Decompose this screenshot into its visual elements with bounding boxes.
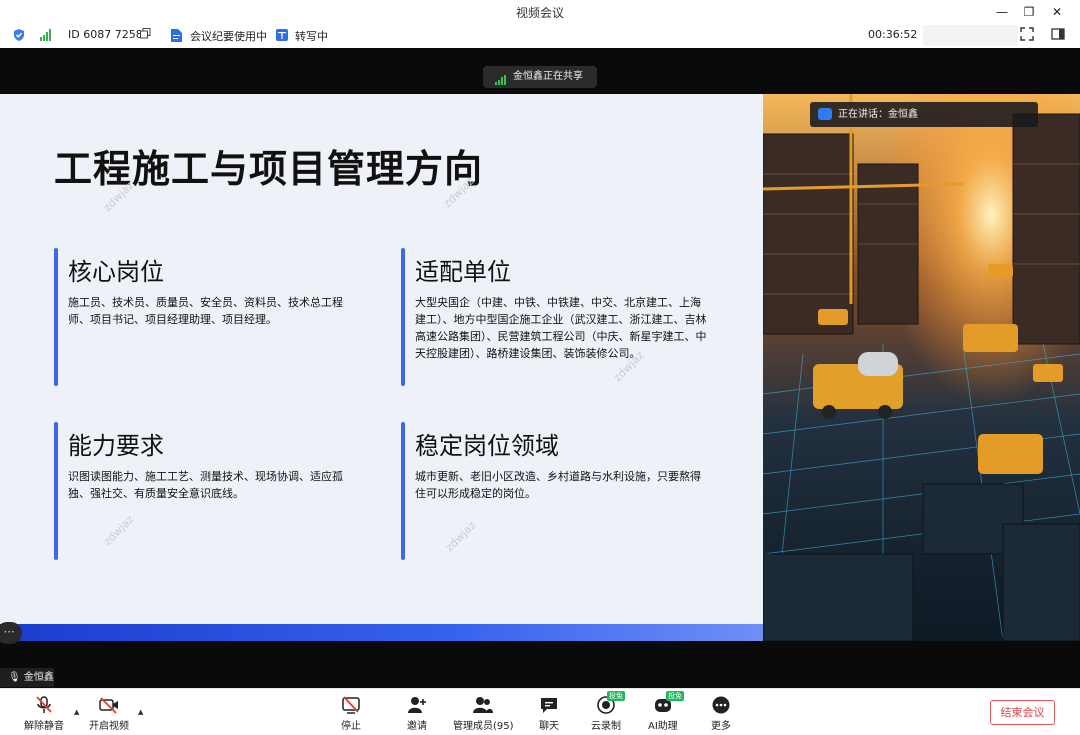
- end-meeting-button[interactable]: 结束会议: [990, 700, 1055, 725]
- accent-bar: [54, 248, 58, 386]
- stop-label: 停止: [341, 721, 361, 732]
- add-user-icon: [408, 697, 426, 713]
- chat-bubble-icon[interactable]: ⋯: [0, 622, 22, 644]
- info-block: 核心岗位 施工员、技术员、质量员、安全员、资料员、技术总工程师、项目书记、项目经…: [54, 248, 364, 386]
- block-body: 城市更新、老旧小区改造、乡村道路与水利设施，只要熬得住可以形成稳定的岗位。: [415, 470, 701, 500]
- layout-icon[interactable]: [1051, 27, 1065, 44]
- speaking-indicator: 正在讲话：金恒鑫: [810, 102, 1038, 127]
- cloud-record-label: 云录制: [591, 721, 621, 732]
- info-block: 适配单位 大型央国企（中建、中铁、中铁建、中交、北京建工、上海建工）、地方中型国…: [401, 248, 711, 386]
- caret-up-icon[interactable]: ▲: [138, 708, 143, 716]
- unmute-label: 解除静音: [24, 721, 64, 732]
- chat-button[interactable]: 聊天: [538, 695, 560, 732]
- info-block: 能力要求 识图读图能力、施工工艺、测量技术、现场协调、适应孤独、强社交、有质量安…: [54, 422, 364, 560]
- window-title: 视频会议: [515, 6, 564, 20]
- meeting-toolbar: 解除静音 ▲ 开启视频 ▲ 停止 邀请 管理成员(95) 聊天 云录制 投免 A…: [0, 688, 1080, 735]
- stop-share-button[interactable]: 停止: [340, 695, 362, 732]
- meeting-id: ID 6087 7258: [68, 28, 143, 41]
- free-badge: 投免: [666, 691, 684, 701]
- mic-muted-icon: [36, 696, 52, 713]
- block-heading: 能力要求: [68, 432, 164, 460]
- block-heading: 核心岗位: [68, 258, 164, 286]
- chat-icon: [541, 698, 557, 713]
- accent-bar: [401, 248, 405, 386]
- minutes-status[interactable]: 会议纪要使用中: [190, 28, 267, 44]
- signal-icon: [495, 72, 507, 94]
- stop-share-icon: [342, 696, 360, 714]
- members-icon: [473, 697, 494, 713]
- unmute-button[interactable]: 解除静音: [24, 695, 64, 732]
- camera-off-icon: [99, 697, 118, 714]
- manage-members-button[interactable]: 管理成员(95): [453, 695, 514, 732]
- camera-icon: [818, 108, 832, 120]
- sharing-banner[interactable]: 金恒鑫正在共享: [483, 66, 597, 88]
- block-body: 施工员、技术员、质量员、安全员、资料员、技术总工程师、项目书记、项目经理助理、项…: [68, 296, 343, 326]
- transcribe-status[interactable]: 转写中: [295, 28, 328, 44]
- accent-bar: [401, 422, 405, 560]
- info-block: 稳定岗位领域 城市更新、老旧小区改造、乡村道路与水利设施，只要熬得住可以形成稳定…: [401, 422, 711, 560]
- ai-assistant-label: AI助理: [648, 721, 678, 732]
- invite-label: 邀请: [407, 721, 427, 732]
- blurred-indicator: [923, 25, 1018, 46]
- sharing-label: 金恒鑫正在共享: [513, 71, 583, 82]
- minimize-icon[interactable]: —: [993, 3, 1011, 21]
- invite-button[interactable]: 邀请: [406, 695, 428, 732]
- signal-icon[interactable]: [40, 29, 52, 44]
- more-icon: [712, 696, 730, 714]
- chat-label: 聊天: [539, 721, 559, 732]
- shield-icon[interactable]: [12, 28, 26, 45]
- block-body: 大型央国企（中建、中铁、中铁建、中交、北京建工、上海建工）、地方中型国企施工企业…: [415, 296, 707, 360]
- self-name: 金恒鑫: [23, 672, 54, 683]
- slide-bottom-bar: [0, 624, 763, 641]
- document-icon: [171, 29, 182, 45]
- free-badge: 投免: [607, 691, 625, 701]
- mic-icon: 🎙︎: [8, 672, 21, 683]
- start-video-button[interactable]: 开启视频: [89, 695, 129, 732]
- slide-title: 工程施工与项目管理方向: [54, 147, 484, 191]
- manage-members-label: 管理成员(95): [453, 721, 514, 732]
- meeting-info-bar: ID 6087 7258 会议纪要使用中 转写中 00:36:52: [0, 24, 1080, 48]
- accent-bar: [54, 422, 58, 560]
- transcribe-icon: [276, 29, 288, 44]
- block-heading: 适配单位: [415, 258, 511, 286]
- more-button[interactable]: 更多: [710, 695, 732, 732]
- block-body: 识图读图能力、施工工艺、测量技术、现场协调、适应孤独、强社交、有质量安全意识底线…: [68, 470, 343, 500]
- elapsed-time: 00:36:52: [868, 28, 918, 41]
- start-video-label: 开启视频: [89, 721, 129, 732]
- block-heading: 稳定岗位领域: [415, 432, 559, 460]
- close-icon[interactable]: ✕: [1048, 3, 1066, 21]
- copy-icon[interactable]: [140, 28, 151, 42]
- construction-site-image: [763, 94, 1080, 641]
- speaking-label: 正在讲话：金恒鑫: [838, 109, 918, 120]
- restore-icon[interactable]: ❐: [1020, 3, 1038, 21]
- fullscreen-icon[interactable]: [1020, 27, 1034, 44]
- title-bar: 视频会议 — ❐ ✕: [0, 0, 1080, 24]
- caret-up-icon[interactable]: ▲: [74, 708, 79, 716]
- shared-slide: 工程施工与项目管理方向 zdwjaz zdwjaz zdwjaz zdwjaz …: [0, 94, 763, 641]
- more-label: 更多: [711, 721, 731, 732]
- self-name-tag: 🎙︎ 金恒鑫: [0, 668, 54, 687]
